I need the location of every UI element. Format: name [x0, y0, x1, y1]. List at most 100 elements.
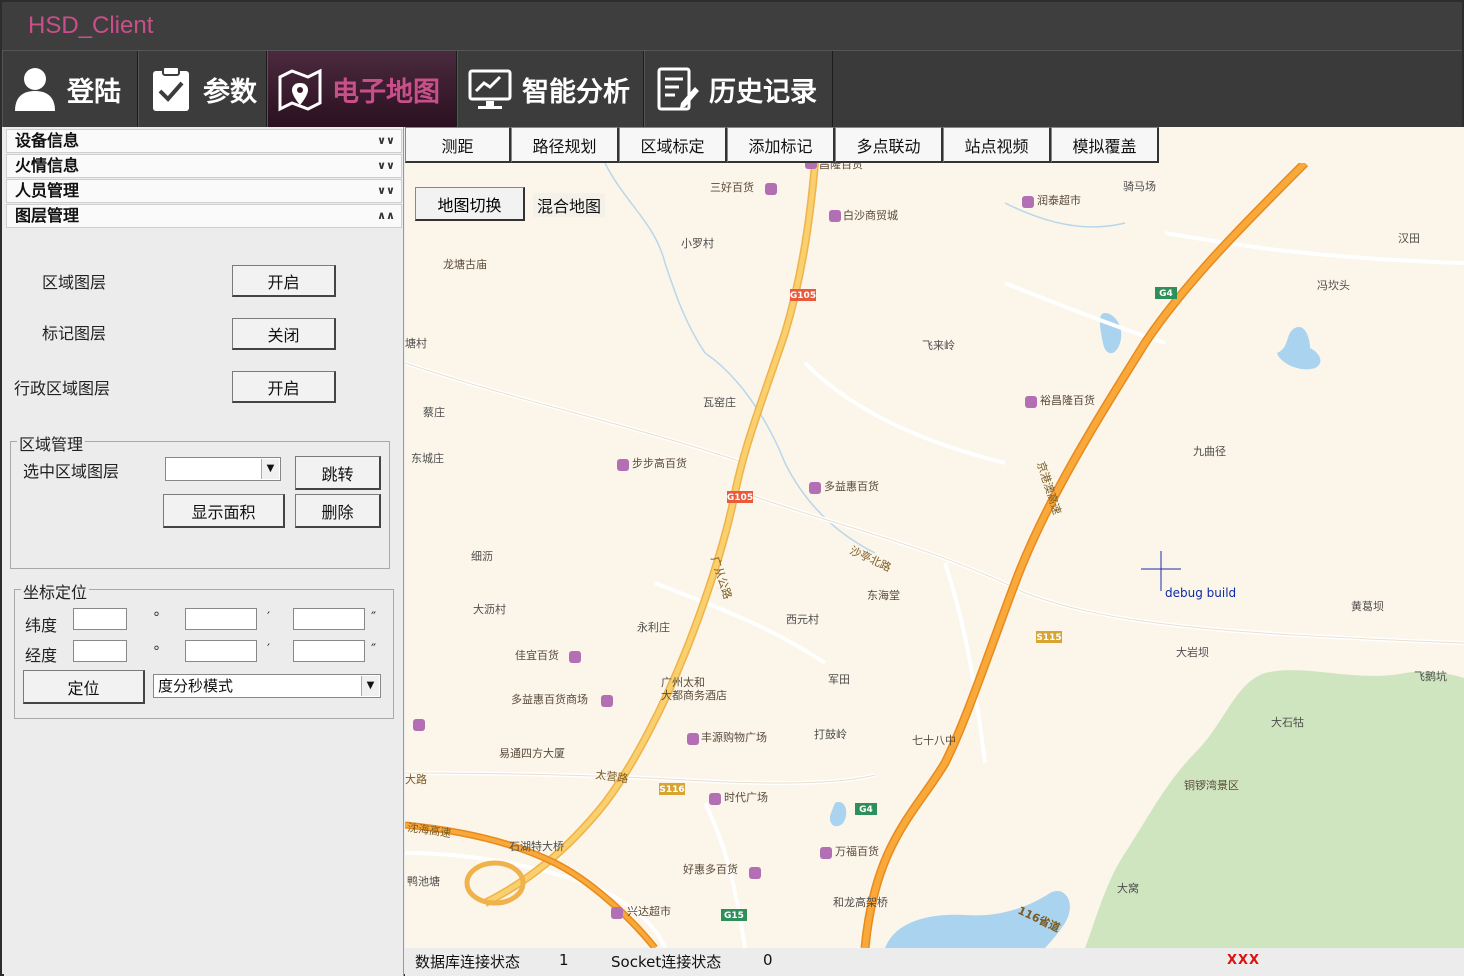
edit-document-icon — [655, 65, 699, 113]
svg-text:鸭池塘: 鸭池塘 — [407, 874, 440, 888]
svg-text:大窝: 大窝 — [1117, 881, 1139, 895]
latitude-minutes-input[interactable] — [185, 608, 257, 630]
svg-text:白沙商贸城: 白沙商贸城 — [843, 208, 898, 222]
tool-area-calibrate[interactable]: 区域标定 — [619, 127, 727, 163]
debug-build-label: debug build — [1165, 586, 1237, 600]
area-mgmt-group: 区域管理 选中区域图层 ▼ 跳转 显示面积 删除 — [10, 431, 390, 569]
accordion-label: 人员管理 — [15, 181, 80, 200]
status-flag: XXX — [1227, 953, 1261, 968]
tool-add-marker[interactable]: 添加标记 — [727, 127, 835, 163]
svg-text:龙塘古庙: 龙塘古庙 — [443, 257, 487, 271]
tab-analysis-label: 智能分析 — [522, 76, 630, 108]
tool-multipoint-link[interactable]: 多点联动 — [835, 127, 943, 163]
coord-locate-title: 坐标定位 — [21, 579, 90, 603]
svg-text:和龙高架桥: 和龙高架桥 — [833, 895, 888, 909]
jump-button[interactable]: 跳转 — [295, 456, 381, 490]
svg-text:易通四方大厦: 易通四方大厦 — [499, 746, 565, 760]
svg-text:佳宜百货: 佳宜百货 — [515, 648, 559, 662]
chevron-down-icon: ∨∨ — [377, 134, 395, 147]
svg-text:大沥村: 大沥村 — [473, 602, 506, 616]
delete-button[interactable]: 删除 — [295, 494, 381, 528]
map-toolbar: 测距 路径规划 区域标定 添加标记 多点联动 站点视频 模拟覆盖 — [405, 127, 1159, 163]
main-toolbar: 登陆 参数 电子地图 智能分析 历史记录 — [2, 50, 1462, 127]
tool-simulate-coverage[interactable]: 模拟覆盖 — [1051, 127, 1159, 163]
admin-layer-toggle-button[interactable]: 开启 — [232, 371, 336, 403]
left-panel: 设备信息 ∨∨ 火情信息 ∨∨ 人员管理 ∨∨ 图层管理 ∧∧ 区域图层 开启 标记图层… — [4, 127, 404, 976]
tab-history[interactable]: 历史记录 — [644, 51, 833, 127]
marker-layer-toggle-button[interactable]: 关闭 — [232, 318, 336, 350]
svg-text:G105: G105 — [790, 291, 816, 301]
socket-status-value: 0 — [763, 951, 773, 969]
svg-text:润泰超市: 润泰超市 — [1037, 193, 1081, 207]
degree-symbol: ° — [153, 610, 160, 626]
user-icon — [13, 65, 57, 113]
tab-login-label: 登陆 — [67, 76, 121, 108]
svg-text:昌隆百货: 昌隆百货 — [819, 163, 863, 171]
tool-station-video[interactable]: 站点视频 — [943, 127, 1051, 163]
svg-text:飞来岭: 飞来岭 — [922, 338, 955, 352]
tab-emap[interactable]: 电子地图 — [267, 51, 457, 127]
admin-layer-label: 行政区域图层 — [14, 379, 111, 398]
tab-params-label: 参数 — [203, 76, 257, 108]
svg-text:大都商务酒店: 大都商务酒店 — [661, 688, 727, 702]
accordion-fire-info[interactable]: 火情信息 ∨∨ — [6, 154, 402, 178]
map-switch-button[interactable]: 地图切换 — [415, 187, 525, 221]
longitude-degrees-input[interactable] — [73, 640, 127, 662]
svg-text:九曲径: 九曲径 — [1193, 445, 1226, 458]
chevron-down-icon: ∨∨ — [377, 159, 395, 172]
area-layer-label: 区域图层 — [42, 273, 107, 292]
socket-status-label: Socket连接状态 — [611, 953, 722, 971]
svg-text:西元村: 西元村 — [786, 612, 819, 626]
longitude-seconds-input[interactable] — [293, 640, 365, 662]
svg-text:大路: 大路 — [405, 772, 427, 786]
svg-text:兴达超市: 兴达超市 — [627, 904, 671, 918]
tool-route-planning[interactable]: 路径规划 — [511, 127, 619, 163]
minute-symbol: ′ — [267, 610, 271, 626]
area-mgmt-title: 区域管理 — [17, 431, 86, 455]
map-canvas[interactable]: G105 G105 G4 G4 S115 S116 G15 116省道 昌隆百货… — [405, 163, 1464, 948]
svg-text:永利庄: 永利庄 — [637, 620, 670, 634]
svg-text:S116: S116 — [659, 785, 684, 795]
tab-analysis[interactable]: 智能分析 — [457, 51, 644, 127]
svg-text:飞鹅坑: 飞鹅坑 — [1414, 669, 1447, 683]
area-layer-select[interactable]: ▼ — [165, 457, 281, 481]
accordion-layer-mgmt[interactable]: 图层管理 ∧∧ — [6, 204, 402, 228]
svg-text:七十八中: 七十八中 — [912, 733, 956, 747]
tool-measure-distance[interactable]: 测距 — [405, 127, 511, 163]
svg-text:蔡庄: 蔡庄 — [423, 405, 445, 419]
svg-text:东城庄: 东城庄 — [411, 451, 444, 465]
second-symbol: ″ — [371, 610, 377, 626]
svg-text:步步高百货: 步步高百货 — [632, 456, 687, 470]
longitude-minutes-input[interactable] — [185, 640, 257, 662]
latitude-degrees-input[interactable] — [73, 608, 127, 630]
marker-layer-label: 标记图层 — [42, 324, 107, 343]
latitude-seconds-input[interactable] — [293, 608, 365, 630]
monitor-analysis-icon — [468, 65, 512, 113]
svg-text:骑马场: 骑马场 — [1123, 179, 1156, 193]
svg-text:军田: 军田 — [828, 673, 850, 686]
chevron-up-icon: ∧∧ — [377, 209, 395, 222]
accordion-personnel[interactable]: 人员管理 ∨∨ — [6, 179, 402, 203]
svg-text:冯坎头: 冯坎头 — [1317, 279, 1350, 292]
second-symbol: ″ — [371, 642, 377, 658]
coord-mode-select[interactable]: 度分秒模式 ▼ — [153, 674, 381, 698]
svg-text:黄葛坝: 黄葛坝 — [1351, 599, 1384, 613]
show-area-button[interactable]: 显示面积 — [163, 494, 285, 528]
accordion-device-info[interactable]: 设备信息 ∨∨ — [6, 129, 402, 153]
svg-text:S115: S115 — [1036, 633, 1061, 643]
svg-text:东海堂: 东海堂 — [867, 588, 900, 602]
clipboard-check-icon — [149, 65, 193, 113]
area-layer-toggle-button[interactable]: 开启 — [232, 265, 336, 297]
svg-text:石湖特大桥: 石湖特大桥 — [509, 839, 564, 853]
svg-text:G15: G15 — [724, 911, 744, 921]
locate-button[interactable]: 定位 — [23, 670, 145, 704]
map-area[interactable]: 测距 路径规划 区域标定 添加标记 多点联动 站点视频 模拟覆盖 G105 G1… — [405, 127, 1464, 948]
tab-params[interactable]: 参数 — [138, 51, 267, 127]
map-pin-icon — [278, 65, 322, 113]
title-bar: HSD_Client — [2, 2, 1462, 50]
svg-text:塘村: 塘村 — [405, 336, 427, 350]
tab-login[interactable]: 登陆 — [2, 51, 138, 127]
svg-text:广州太和: 广州太和 — [661, 676, 705, 689]
svg-text:三好百货: 三好百货 — [710, 180, 754, 194]
svg-text:大岩坝: 大岩坝 — [1176, 645, 1209, 659]
